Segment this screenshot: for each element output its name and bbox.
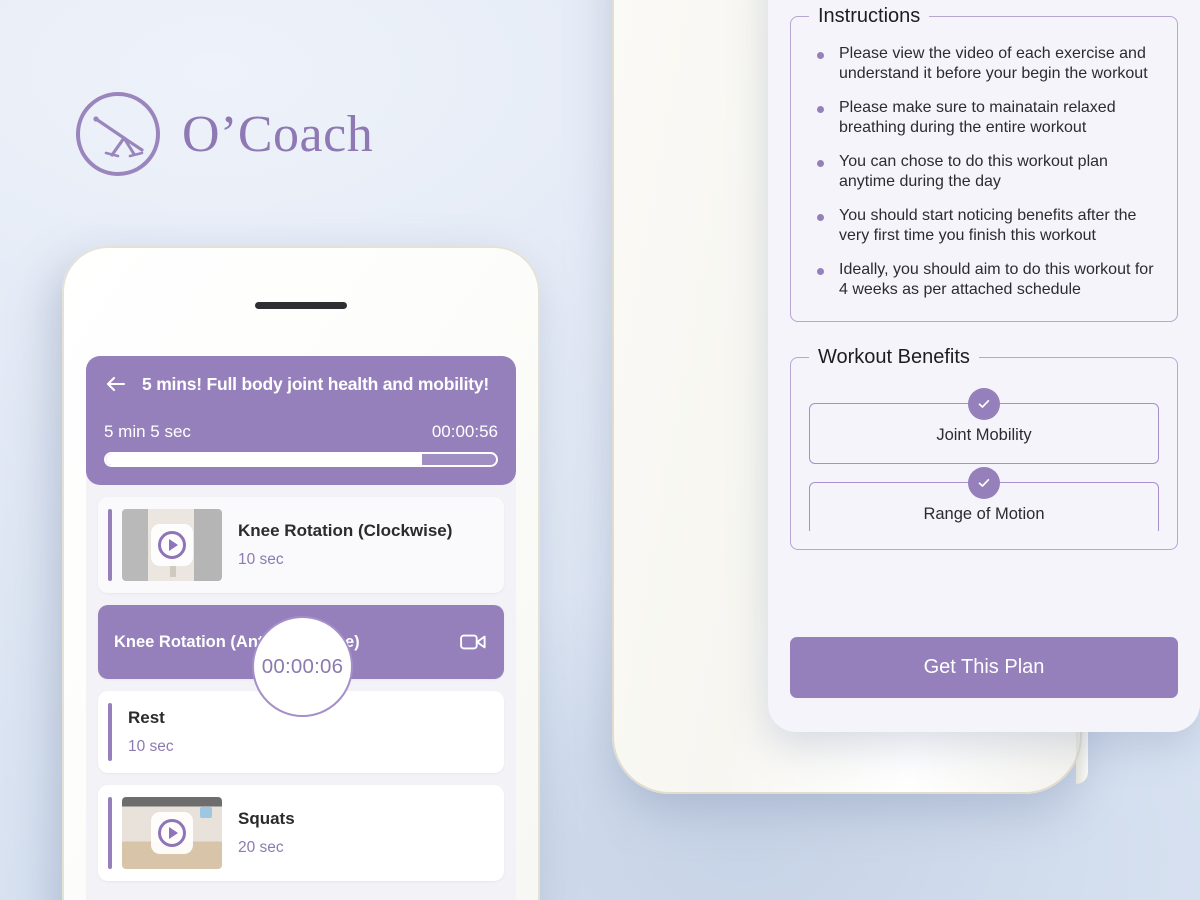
back-arrow-icon[interactable] <box>104 372 128 396</box>
phone-earpiece-speaker <box>255 302 347 309</box>
exercise-title: Knee Rotation (Clockwise) <box>238 521 453 540</box>
benefits-list: Joint Mobility Range of Motion <box>809 385 1159 531</box>
total-duration-label: 5 min 5 sec <box>104 422 191 441</box>
brand-wordmark: O’Coach <box>182 105 374 163</box>
app-title-row: 5 mins! Full body joint health and mobil… <box>104 372 498 396</box>
page-title: 5 mins! Full body joint health and mobil… <box>142 373 490 394</box>
benefit-label: Range of Motion <box>923 504 1045 523</box>
list-item: You can chose to do this workout plan an… <box>809 152 1159 193</box>
row-accent-bar <box>108 797 112 869</box>
instructions-card: Instructions Please view the video of ea… <box>790 4 1178 322</box>
list-item: Please make sure to mainatain relaxed br… <box>809 98 1159 139</box>
progress-fill <box>106 454 422 465</box>
thumbnail-figure <box>170 561 176 577</box>
workout-detail-panel: 5 mins full body joint mobility restorat… <box>768 0 1200 732</box>
cta-container: Get This Plan <box>768 637 1200 732</box>
exercise-text: Rest 10 sec <box>128 708 174 756</box>
exercise-text: Squats 20 sec <box>238 809 295 857</box>
primary-phone-device: 5 mins! Full body joint health and mobil… <box>62 246 540 900</box>
scene-background: O’Coach 5 mins full body joint mobility … <box>0 0 1200 900</box>
instructions-legend: Instructions <box>818 4 921 27</box>
check-circle-icon <box>968 387 1000 420</box>
video-camera-icon[interactable] <box>460 633 486 651</box>
app-header: 5 mins! Full body joint health and mobil… <box>86 356 516 485</box>
exercise-title: Rest <box>128 708 165 727</box>
brand-logo: O’Coach <box>76 92 373 176</box>
exercise-text: Knee Rotation (Clockwise) 10 sec <box>238 521 452 569</box>
list-item: Ideally, you should aim to do this worko… <box>809 260 1159 301</box>
panel-body: Instructions Please view the video of ea… <box>768 0 1200 637</box>
play-circle-outline <box>158 531 186 559</box>
workout-time-row: 5 min 5 sec 00:00:56 <box>104 422 498 442</box>
list-item[interactable]: Knee Rotation (Clockwise) 10 sec <box>98 497 504 593</box>
exercise-duration: 10 sec <box>128 738 174 755</box>
workout-benefits-card: Workout Benefits Joint Mobility Range of… <box>790 345 1178 550</box>
exercise-duration: 10 sec <box>238 551 284 568</box>
play-circle-icon[interactable] <box>151 812 193 854</box>
countdown-timer-bubble: 00:00:06 <box>252 616 353 717</box>
row-accent-bar <box>108 703 112 761</box>
exercise-thumbnail[interactable] <box>122 797 222 869</box>
exercise-duration: 20 sec <box>238 839 284 856</box>
workout-progress-bar[interactable] <box>104 452 498 467</box>
elapsed-time-label: 00:00:56 <box>431 422 498 441</box>
play-triangle <box>169 827 178 839</box>
play-triangle <box>169 539 178 551</box>
yoga-pose-in-circle-icon <box>76 92 160 176</box>
benefit-item[interactable]: Range of Motion <box>809 466 1159 531</box>
benefit-item[interactable]: Joint Mobility <box>809 387 1159 464</box>
benefit-label: Joint Mobility <box>936 425 1032 444</box>
play-circle-icon[interactable] <box>151 524 193 566</box>
list-item[interactable]: Squats 20 sec <box>98 785 504 881</box>
list-item: You should start noticing benefits after… <box>809 206 1159 247</box>
play-circle-outline <box>158 819 186 847</box>
benefits-legend: Workout Benefits <box>818 345 970 368</box>
check-circle-icon <box>968 466 1000 499</box>
instructions-list: Please view the video of each exercise a… <box>809 44 1159 301</box>
thumbnail-detail <box>200 807 212 818</box>
exercise-thumbnail[interactable] <box>122 509 222 581</box>
row-accent-bar <box>108 509 112 581</box>
exercise-title: Squats <box>238 809 295 828</box>
list-item: Please view the video of each exercise a… <box>809 44 1159 85</box>
get-this-plan-button[interactable]: Get This Plan <box>790 637 1178 698</box>
